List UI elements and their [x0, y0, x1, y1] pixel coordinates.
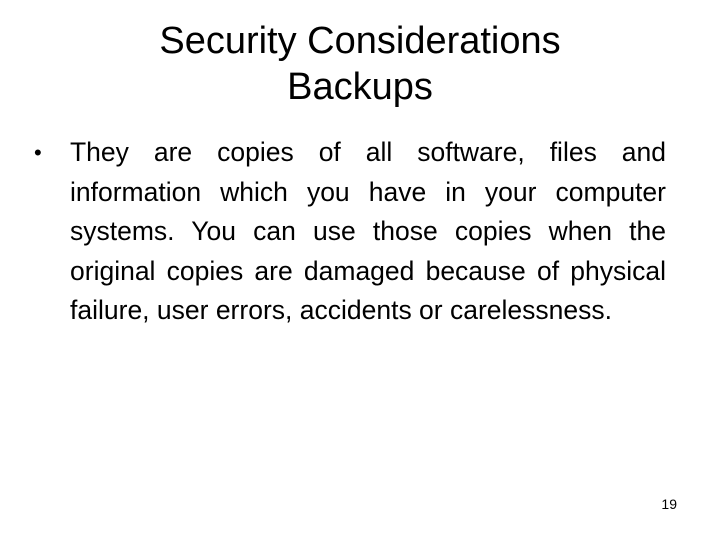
slide-title: Security Considerations Backups	[0, 18, 720, 110]
page-number: 19	[661, 496, 677, 512]
bullet-list: • They are copies of all software, files…	[34, 133, 666, 331]
bullet-icon: •	[34, 140, 42, 165]
bullet-text: They are copies of all software, files a…	[70, 137, 666, 325]
title-line-2: Backups	[287, 66, 433, 108]
title-line-1: Security Considerations	[159, 20, 561, 62]
bullet-item: • They are copies of all software, files…	[34, 133, 666, 331]
